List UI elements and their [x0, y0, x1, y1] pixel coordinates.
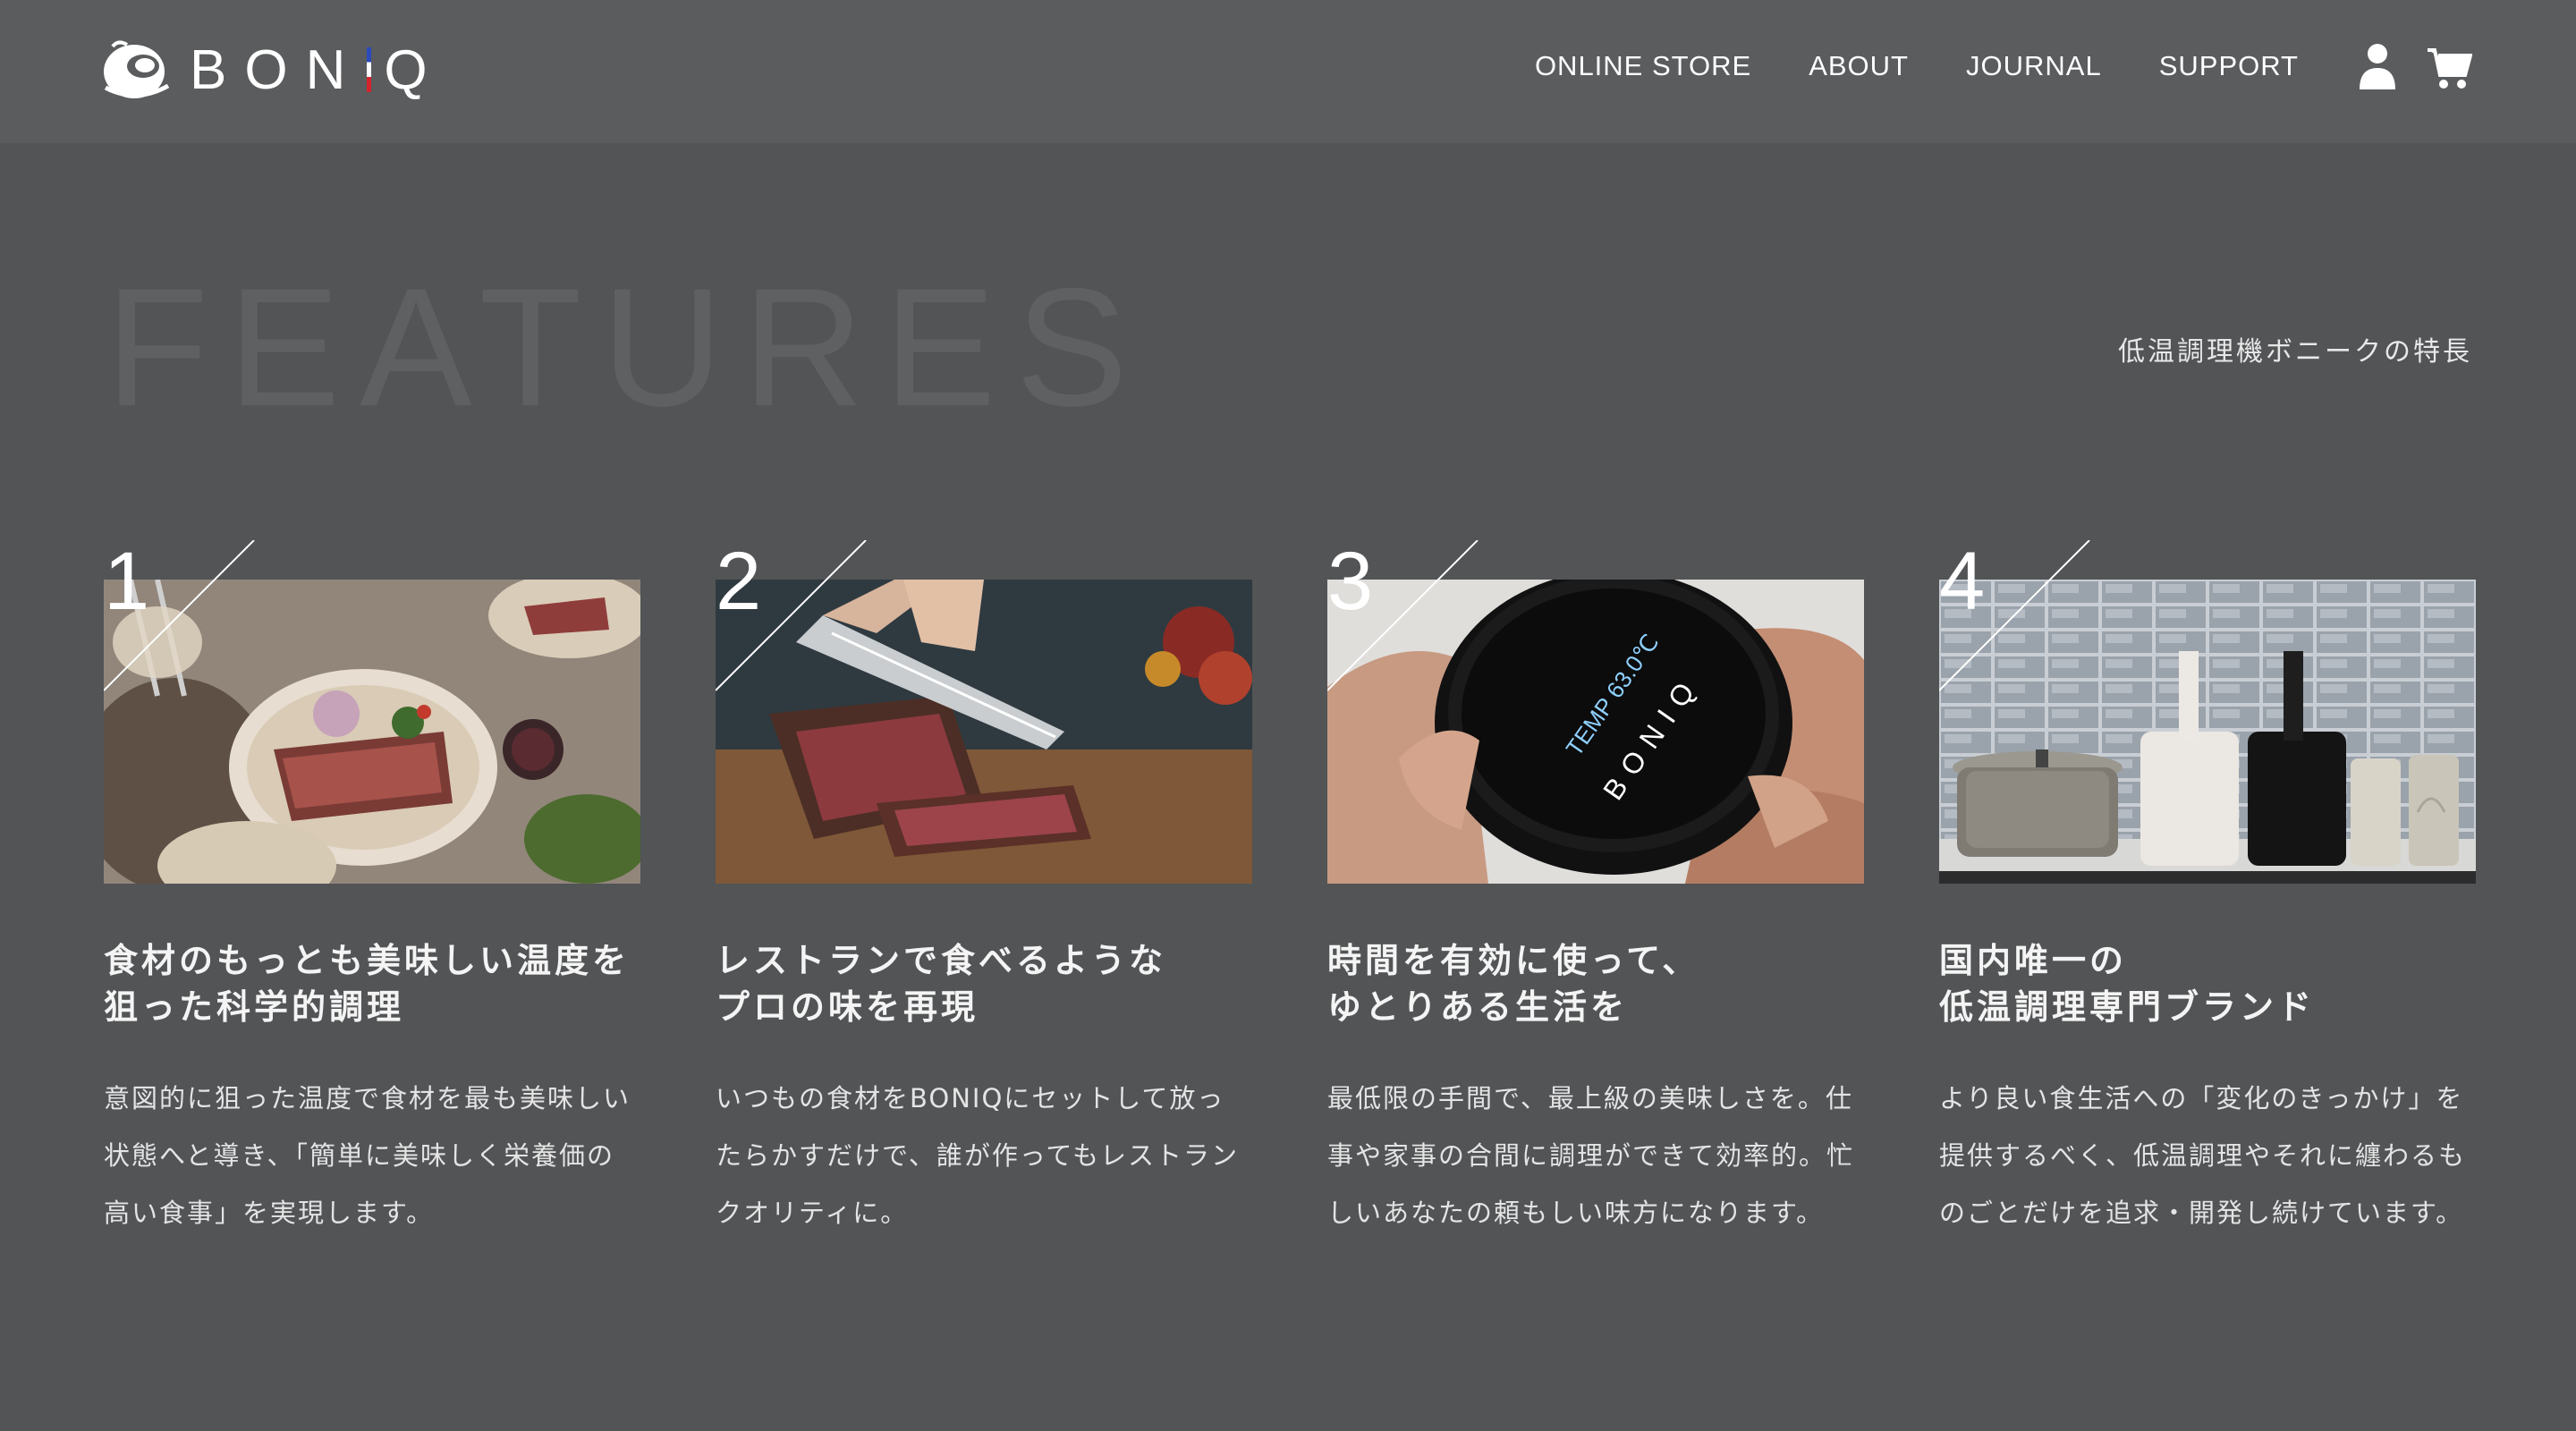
feature-image-device-display: TEMP 63.0℃ BONIQ — [1327, 580, 1864, 884]
feature-title: 国内唯一の 低温調理専門ブランド — [1939, 941, 2316, 1027]
feature-number: 2 — [716, 536, 762, 627]
tricolor-mark-icon — [367, 47, 372, 93]
feature-number: 3 — [1327, 536, 1374, 627]
header-icons — [2356, 41, 2473, 91]
nav-support[interactable]: SUPPORT — [2159, 50, 2299, 82]
feature-title: 時間を有効に使って、 ゆとりある生活を — [1327, 941, 1700, 1027]
feature-number: 1 — [104, 536, 150, 627]
nav-about[interactable]: ABOUT — [1809, 50, 1909, 82]
user-icon[interactable] — [2356, 41, 2399, 91]
feature-image-slicing-beef — [716, 580, 1252, 884]
feature-description: より良い食生活への「変化のきっかけ」を提供するべく、低温調理やそれに纏わるものご… — [1939, 1083, 2467, 1228]
feature-title: 食材のもっとも美味しい温度を 狙った科学的調理 — [104, 941, 631, 1027]
feature-description: 意図的に狙った温度で食材を最も美味しい状態へと導き、「簡単に美味しく栄養価の高い… — [104, 1083, 631, 1228]
feature-card: 4 国内唯一の 低温調理専門ブランド より良い食生活への「変化のきっかけ」を提供… — [1939, 540, 2476, 1241]
feature-card: 2 レストランで食べるような プロの味を再現 いつもの食材をBONIQにセットし… — [716, 540, 1252, 1241]
feature-image-roast-dinner — [104, 580, 640, 884]
nav-journal[interactable]: JOURNAL — [1966, 50, 2102, 82]
site-header: BON Q ONLINE STORE ABOUT JOURNAL SUPPORT — [0, 0, 2576, 143]
feature-image-product-lineup — [1939, 580, 2476, 884]
boniq-logo-mark-icon — [104, 40, 170, 98]
brand-logo[interactable]: BON Q — [100, 36, 445, 104]
cart-icon[interactable] — [2426, 41, 2473, 91]
feature-description: いつもの食材をBONIQにセットして放ったらかすだけで、誰が作ってもレストランク… — [716, 1083, 1239, 1228]
features-grid: 1 食材のもっとも美味しい温度を 狙った科学的調理 意図的に狙った温度で食材を最… — [104, 540, 2476, 1241]
feature-card: 3 TEMP 63.0℃ BONIQ 時間を有効に使って、 ゆとりある生活を 最… — [1327, 540, 1864, 1241]
main-nav: ONLINE STORE ABOUT JOURNAL SUPPORT — [1535, 50, 2299, 82]
feature-description: 最低限の手間で、最上級の美味しさを。仕事や家事の合間に調理ができて効率的。忙しい… — [1327, 1083, 1855, 1228]
section-title: FEATURES — [106, 253, 1148, 441]
brand-wordmark: BON Q — [190, 38, 445, 101]
feature-card: 1 食材のもっとも美味しい温度を 狙った科学的調理 意図的に狙った温度で食材を最… — [104, 540, 640, 1241]
feature-number: 4 — [1939, 536, 1986, 627]
feature-title: レストランで食べるような プロの味を再現 — [716, 941, 1167, 1027]
section-subtitle: 低温調理機ボニークの特長 — [2118, 336, 2472, 368]
nav-online-store[interactable]: ONLINE STORE — [1535, 50, 1751, 82]
